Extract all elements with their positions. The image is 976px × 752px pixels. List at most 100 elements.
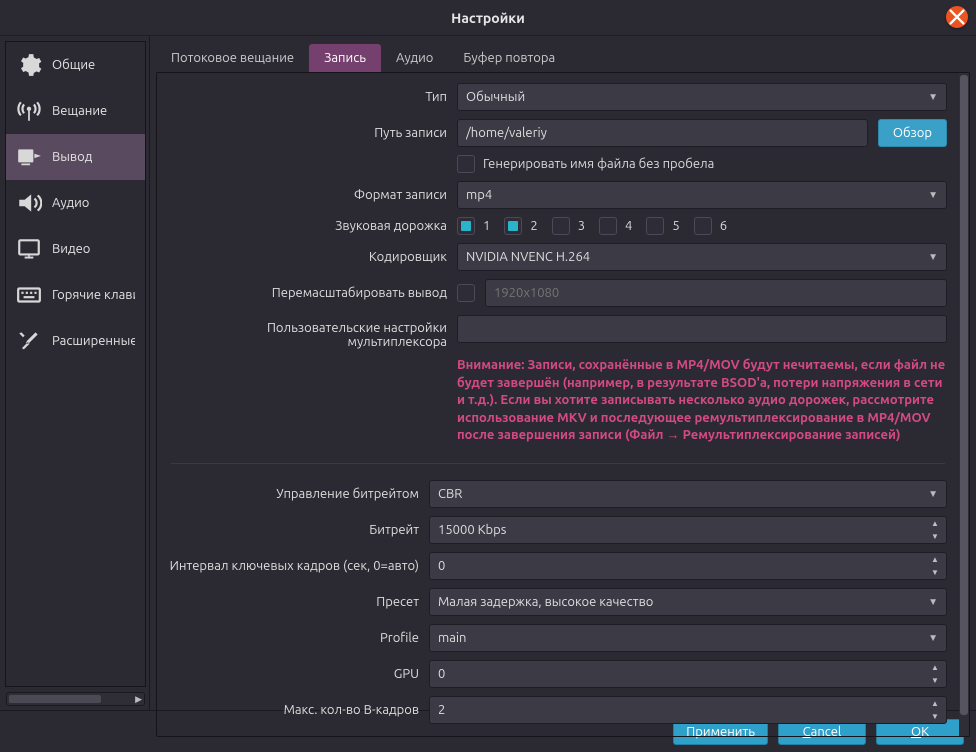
sidebar-item-output[interactable]: Вывод: [6, 134, 145, 180]
label-bitrate: Битрейт: [169, 523, 429, 537]
window-title: Настройки: [451, 10, 525, 26]
spin-up-icon[interactable]: ▲: [927, 699, 943, 708]
spin-down-icon[interactable]: ▼: [927, 568, 943, 577]
track-5-label: 5: [672, 219, 679, 233]
keyboard-icon: [16, 282, 42, 308]
spin-up-icon[interactable]: ▲: [927, 555, 943, 564]
track-1-checkbox[interactable]: [457, 217, 475, 235]
scroll-thumb[interactable]: [9, 695, 101, 703]
tab-streaming[interactable]: Потоковое вещание: [156, 44, 309, 72]
browse-button[interactable]: Обзор: [878, 119, 947, 147]
format-select[interactable]: mp4 ▼: [457, 181, 947, 209]
label-rescale: Перемасштабировать вывод: [169, 286, 457, 300]
sidebar-item-hotkeys[interactable]: Горячие клавиши: [6, 272, 145, 318]
recording-path-value[interactable]: [466, 126, 859, 140]
select-value: main: [438, 631, 466, 645]
window-close-button[interactable]: [946, 6, 968, 28]
rescale-input[interactable]: [485, 279, 947, 307]
sidebar-item-label: Аудио: [52, 196, 89, 210]
sidebar-hscrollbar[interactable]: ▶: [6, 692, 145, 706]
tabs: Потоковое вещание Запись Аудио Буфер пов…: [150, 36, 976, 72]
track-6-checkbox[interactable]: [694, 217, 712, 235]
label-muxer: Пользовательские настройки мультиплексор…: [169, 315, 457, 349]
gear-icon: [16, 52, 42, 78]
track-2-checkbox[interactable]: [504, 217, 522, 235]
spin-up-icon[interactable]: ▲: [927, 519, 943, 528]
sidebar-item-general[interactable]: Общие: [6, 42, 145, 88]
label-encoder: Кодировщик: [169, 250, 457, 264]
spin-value: 2: [438, 703, 445, 717]
sidebar-item-stream[interactable]: Вещание: [6, 88, 145, 134]
spin-value: 15000 Kbps: [438, 523, 506, 537]
select-value: NVIDIA NVENC H.264: [466, 250, 590, 264]
monitor-icon: [16, 236, 42, 262]
divider: [171, 463, 945, 464]
recording-panel: Тип Обычный ▼ Путь записи: [156, 72, 970, 737]
label-preset: Пресет: [169, 595, 429, 609]
spin-down-icon[interactable]: ▼: [927, 532, 943, 541]
spin-down-icon[interactable]: ▼: [927, 676, 943, 685]
scroll-thumb[interactable]: [960, 75, 968, 715]
chevron-down-icon: ▼: [928, 251, 938, 263]
panel-vscrollbar[interactable]: [959, 73, 969, 736]
rescale-checkbox[interactable]: [457, 284, 475, 302]
gen-filename-nospace-label: Генерировать имя файла без пробела: [483, 157, 714, 171]
speaker-icon: [16, 190, 42, 216]
encoder-select[interactable]: NVIDIA NVENC H.264 ▼: [457, 243, 947, 271]
spin-up-icon[interactable]: ▲: [927, 663, 943, 672]
track-5-checkbox[interactable]: [646, 217, 664, 235]
spin-value: 0: [438, 667, 445, 681]
track-3-checkbox[interactable]: [552, 217, 570, 235]
sidebar-item-video[interactable]: Видео: [6, 226, 145, 272]
bframes-spin[interactable]: 2 ▲ ▼: [429, 696, 947, 724]
muxer-input[interactable]: [457, 315, 947, 343]
titlebar: Настройки: [0, 0, 976, 36]
tools-icon: [16, 328, 42, 354]
sidebar-item-label: Вещание: [52, 104, 107, 118]
sidebar-item-label: Расширенные: [52, 334, 135, 348]
chevron-down-icon: ▼: [928, 189, 938, 201]
sidebar-item-label: Горячие клавиши: [52, 288, 135, 302]
gpu-spin[interactable]: 0 ▲ ▼: [429, 660, 947, 688]
track-4-label: 4: [625, 219, 632, 233]
sidebar-item-label: Видео: [52, 242, 90, 256]
tab-replay-buffer[interactable]: Буфер повтора: [448, 44, 570, 72]
preset-select[interactable]: Малая задержка, высокое качество ▼: [429, 588, 947, 616]
type-select[interactable]: Обычный ▼: [457, 83, 947, 111]
close-icon: [946, 4, 968, 30]
tab-audio[interactable]: Аудио: [381, 44, 448, 72]
select-value: Обычный: [466, 90, 525, 104]
track-6-label: 6: [720, 219, 727, 233]
bitrate-spin[interactable]: 15000 Kbps ▲ ▼: [429, 516, 947, 544]
track-1-label: 1: [483, 219, 490, 233]
select-value: CBR: [438, 487, 462, 501]
select-value: mp4: [466, 188, 492, 202]
recording-path-input[interactable]: [457, 119, 868, 147]
spin-down-icon[interactable]: ▼: [927, 712, 943, 721]
sidebar-list: Общие Вещание Вывод Аудио: [5, 41, 146, 687]
ratectrl-select[interactable]: CBR ▼: [429, 480, 947, 508]
label-profile: Profile: [169, 631, 429, 645]
profile-select[interactable]: main ▼: [429, 624, 947, 652]
label-format: Формат записи: [169, 188, 457, 202]
label-gpu: GPU: [169, 667, 429, 681]
track-4-checkbox[interactable]: [599, 217, 617, 235]
tab-recording[interactable]: Запись: [309, 44, 381, 72]
sidebar: Общие Вещание Вывод Аудио: [0, 36, 150, 710]
sidebar-item-label: Вывод: [52, 150, 92, 164]
sidebar-item-advanced[interactable]: Расширенные: [6, 318, 145, 364]
chevron-down-icon: ▼: [928, 596, 938, 608]
keyint-spin[interactable]: 0 ▲▼: [429, 552, 947, 580]
output-icon: [16, 144, 42, 170]
panel-wrap: Тип Обычный ▼ Путь записи: [150, 72, 976, 743]
group-encoder: Управление битрейтом CBR ▼ Битрейт: [157, 470, 959, 736]
label-track: Звуковая дорожка: [169, 219, 457, 233]
gen-filename-nospace-checkbox[interactable]: [457, 155, 475, 173]
track-3-label: 3: [578, 219, 585, 233]
sidebar-item-label: Общие: [52, 58, 95, 72]
content: Потоковое вещание Запись Аудио Буфер пов…: [150, 36, 976, 710]
antenna-icon: [16, 98, 42, 124]
label-path: Путь записи: [169, 126, 457, 140]
rescale-value: [494, 286, 938, 300]
sidebar-item-audio[interactable]: Аудио: [6, 180, 145, 226]
